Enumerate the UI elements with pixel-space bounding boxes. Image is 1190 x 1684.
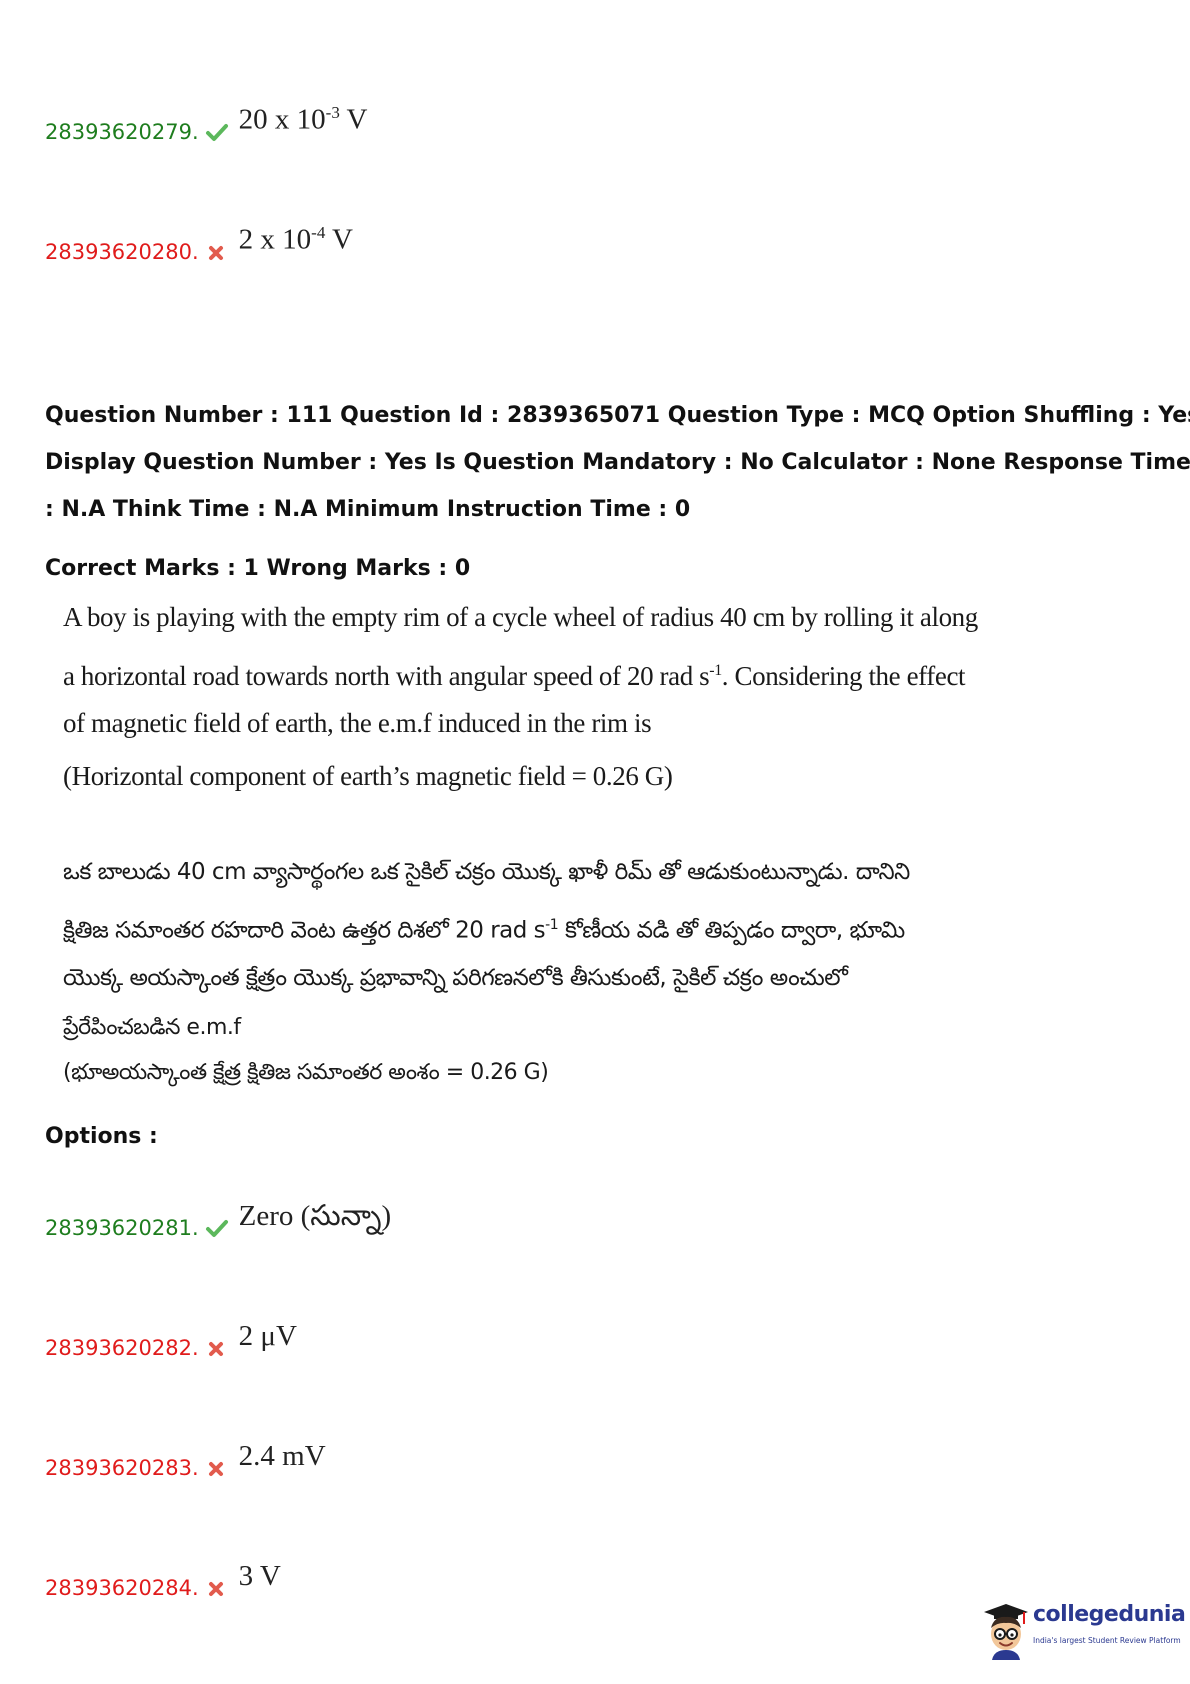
- option-id: 28393620284.: [45, 1576, 199, 1600]
- option-row: 28393620281. Zero (సున్నా): [45, 1200, 391, 1240]
- option-text: 2 x 10-4 V: [238, 223, 353, 256]
- option-id: 28393620279.: [45, 120, 199, 144]
- option-text: 2 μV: [238, 1320, 297, 1352]
- question-line: a horizontal road towards north with ang…: [63, 661, 966, 691]
- option-row: 28393620279. 20 x 10-3 V: [45, 103, 368, 144]
- question-metadata: Question Number : 111 Question Id : 2839…: [45, 392, 1190, 533]
- option-id: 28393620280.: [45, 240, 199, 264]
- option-text: 2.4 mV: [238, 1440, 326, 1472]
- question-line: క్షితిజ సమాంతర రహదారి వెంట ఉత్తర దిశలో 2…: [63, 917, 905, 944]
- option-row: 28393620284. 3 V: [45, 1560, 281, 1600]
- option-text: 20 x 10-3 V: [238, 103, 368, 136]
- question-line: (Horizontal component of earth’s magneti…: [63, 761, 673, 791]
- cross-icon: [208, 246, 223, 260]
- question-line: ప్రేరేపించబడిన e.m.f: [63, 1015, 241, 1040]
- option-row: 28393620283. 2.4 mV: [45, 1440, 326, 1480]
- option-id: 28393620283.: [45, 1456, 199, 1480]
- question-line: of magnetic field of earth, the e.m.f in…: [63, 708, 652, 738]
- metadata-line: Question Number : 111 Question Id : 2839…: [45, 403, 1190, 428]
- metadata-line: Display Question Number : Yes Is Questio…: [45, 450, 1190, 475]
- option-text: Zero (సున్నా): [238, 1200, 392, 1232]
- cross-icon: [208, 1582, 223, 1596]
- options-label: Options :: [45, 1124, 158, 1149]
- option-id: 28393620282.: [45, 1336, 199, 1360]
- option-id: 28393620281.: [45, 1216, 199, 1240]
- option-row: 28393620282. 2 μV: [45, 1320, 297, 1360]
- cross-icon: [208, 1462, 223, 1476]
- question-line: (భూఅయస్కాంత క్షేత్ర క్షితిజ సమాంతర అంశం …: [63, 1060, 549, 1085]
- collegedunia-logo: collegedunia India's largest Student Rev…: [980, 1598, 1186, 1664]
- option-text: 3 V: [238, 1560, 281, 1592]
- check-icon: [205, 124, 228, 141]
- logo-wordmark: collegedunia: [1033, 1602, 1186, 1627]
- question-line: A boy is playing with the empty rim of a…: [63, 602, 978, 632]
- question-text-telugu: ఒక బాలుడు 40 cm వ్యాసార్థంగల ఒక సైకిల్ చ…: [63, 846, 910, 1095]
- question-line: యొక్క అయస్కాంత క్షేత్రం యొక్క ప్రభావాన్న…: [63, 965, 848, 991]
- cross-icon: [208, 1342, 223, 1356]
- metadata-line: : N.A Think Time : N.A Minimum Instructi…: [45, 497, 691, 522]
- marks-line: Correct Marks : 1 Wrong Marks : 0: [45, 556, 471, 581]
- option-row: 28393620280. 2 x 10-4 V: [45, 223, 353, 264]
- question-text-english: A boy is playing with the empty rim of a…: [63, 591, 978, 803]
- mascot-icon: [984, 1604, 1028, 1660]
- check-icon: [205, 1220, 228, 1237]
- logo-tagline: India's largest Student Review Platform: [1033, 1636, 1181, 1645]
- question-line: ఒక బాలుడు 40 cm వ్యాసార్థంగల ఒక సైకిల్ చ…: [63, 859, 910, 885]
